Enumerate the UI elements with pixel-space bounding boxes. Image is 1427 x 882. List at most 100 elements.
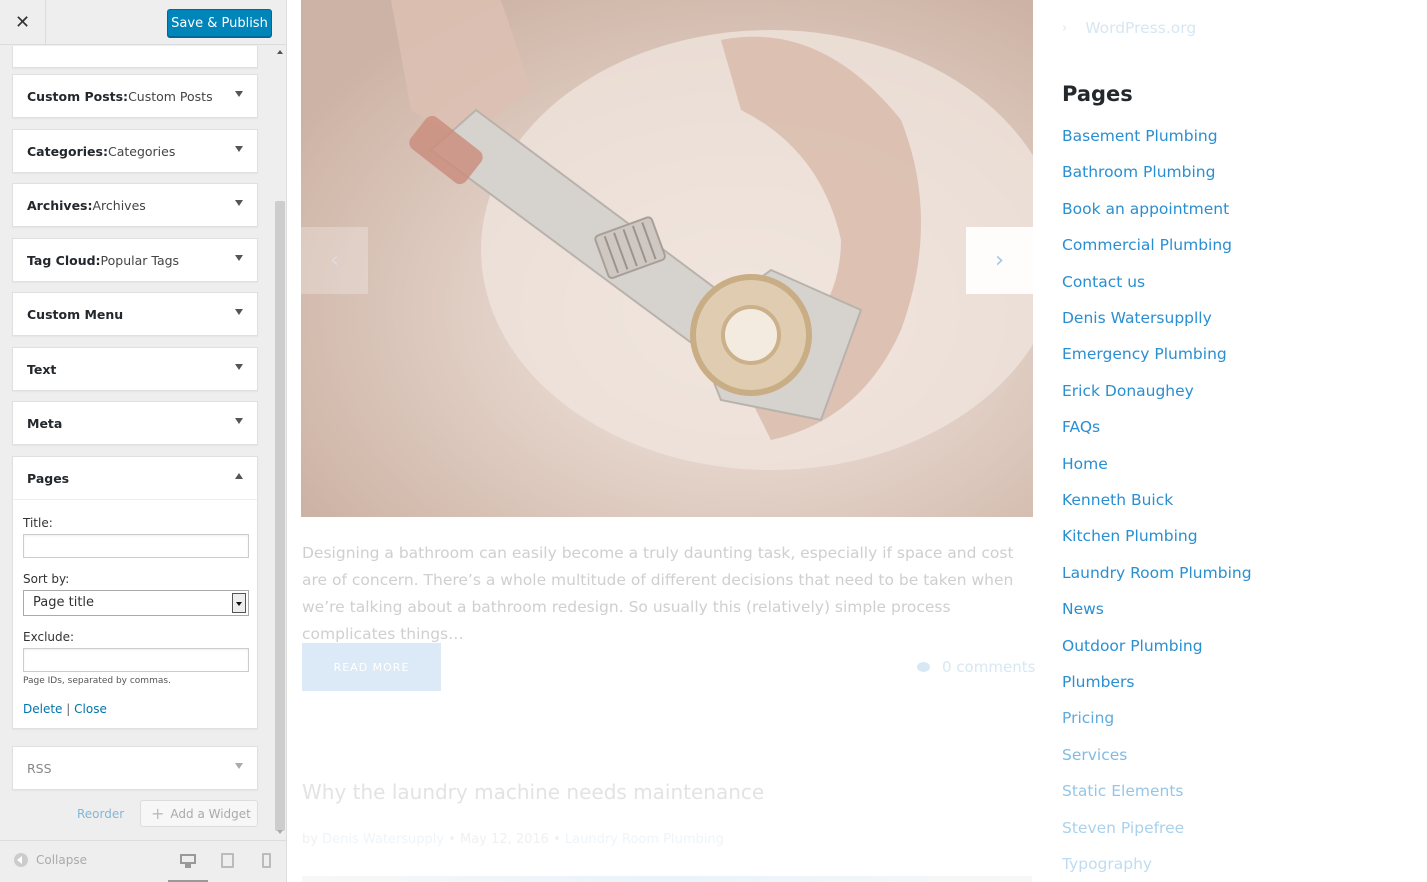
expand-arrow-icon[interactable] bbox=[235, 91, 243, 97]
page-link[interactable]: Bathroom Plumbing bbox=[1062, 163, 1215, 181]
dropdown-arrow-icon[interactable] bbox=[232, 593, 246, 613]
widget-item-custom-posts[interactable]: Custom Posts: Custom Posts bbox=[12, 74, 258, 118]
page-link[interactable]: Typography bbox=[1062, 855, 1152, 873]
widget-header[interactable]: Text bbox=[13, 348, 257, 390]
widget-item-archives[interactable]: Archives: Archives bbox=[12, 183, 258, 227]
wordpress-org-link[interactable]: › WordPress.org bbox=[1062, 19, 1196, 37]
comments-link[interactable]: 0 comments bbox=[917, 658, 1035, 676]
tablet-preview-icon[interactable] bbox=[221, 853, 237, 869]
title-input[interactable] bbox=[23, 534, 249, 558]
wrench-photo bbox=[301, 0, 1033, 517]
widget-header[interactable]: Custom Menu bbox=[13, 293, 257, 335]
widget-title: Tag Cloud: bbox=[27, 252, 101, 268]
action-separator: | bbox=[66, 702, 71, 716]
collapse-button[interactable]: Collapse bbox=[14, 853, 87, 867]
sort-by-value: Page title bbox=[33, 595, 95, 610]
widget-item-meta[interactable]: Meta bbox=[12, 401, 258, 445]
close-link[interactable]: Close bbox=[74, 702, 107, 716]
widget-item-rss[interactable]: RSS bbox=[12, 746, 258, 790]
desktop-preview-icon[interactable] bbox=[180, 853, 196, 869]
widget-title: RSS bbox=[27, 760, 52, 776]
add-widget-button[interactable]: + Add a Widget bbox=[140, 800, 258, 827]
page-link[interactable]: Laundry Room Plumbing bbox=[1062, 564, 1252, 582]
page-link[interactable]: Commercial Plumbing bbox=[1062, 236, 1232, 254]
page-link[interactable]: Steven Pipefree bbox=[1062, 819, 1184, 837]
page-link[interactable]: Outdoor Plumbing bbox=[1062, 637, 1203, 655]
widget-item-custom-menu[interactable]: Custom Menu bbox=[12, 292, 258, 336]
title-label: Title: bbox=[23, 516, 53, 530]
page-link[interactable]: Denis Watersupplly bbox=[1062, 309, 1212, 327]
post-category-link[interactable]: Laundry Room Plumbing bbox=[565, 832, 724, 847]
slider-next-button[interactable]: › bbox=[966, 227, 1033, 294]
scroll-down-icon[interactable] bbox=[277, 830, 283, 834]
widget-title: Archives: bbox=[27, 197, 93, 213]
exclude-label: Exclude: bbox=[23, 630, 75, 644]
widget-header[interactable]: Tag Cloud: Popular Tags bbox=[13, 239, 257, 281]
widget-item-text[interactable]: Text bbox=[12, 347, 258, 391]
page-link[interactable]: Home bbox=[1062, 455, 1108, 473]
customizer-screen: ✕ Save & Publish Custom Posts: Custom Po… bbox=[0, 0, 1427, 882]
widget-header[interactable]: Pages bbox=[13, 457, 257, 499]
widget-header[interactable]: Custom Posts: Custom Posts bbox=[13, 75, 257, 117]
save-publish-button[interactable]: Save & Publish bbox=[167, 9, 272, 37]
exclude-input[interactable] bbox=[23, 648, 249, 672]
expand-arrow-icon[interactable] bbox=[235, 418, 243, 424]
widget-subtitle: Popular Tags bbox=[100, 252, 180, 268]
delete-link[interactable]: Delete bbox=[23, 702, 62, 716]
comment-bubble-icon bbox=[917, 662, 930, 672]
page-link[interactable]: Emergency Plumbing bbox=[1062, 345, 1227, 363]
close-button[interactable]: ✕ bbox=[0, 0, 46, 45]
collapse-arrow-icon[interactable] bbox=[235, 473, 243, 479]
widget-title: Custom Menu bbox=[27, 306, 124, 322]
widget-header[interactable]: Categories: Categories bbox=[13, 130, 257, 172]
expand-arrow-icon[interactable] bbox=[235, 763, 243, 769]
page-link[interactable]: Kitchen Plumbing bbox=[1062, 527, 1198, 545]
widget-header[interactable]: RSS bbox=[13, 747, 257, 789]
page-link[interactable]: Book an appointment bbox=[1062, 200, 1229, 218]
expand-arrow-icon[interactable] bbox=[235, 146, 243, 152]
page-link[interactable]: Erick Donaughey bbox=[1062, 382, 1194, 400]
collapse-icon bbox=[14, 853, 28, 867]
post-author-link[interactable]: Denis Watersupply bbox=[322, 832, 444, 847]
collapse-label: Collapse bbox=[36, 853, 87, 867]
slider-prev-button[interactable]: ‹ bbox=[301, 227, 368, 294]
mobile-preview-icon[interactable] bbox=[262, 853, 278, 869]
widget-header[interactable]: Meta bbox=[13, 402, 257, 444]
exclude-hint: Page IDs, separated by commas. bbox=[23, 676, 171, 686]
sidebar-scrollbar[interactable] bbox=[274, 46, 286, 838]
page-link[interactable]: Plumbers bbox=[1062, 673, 1134, 691]
page-link[interactable]: Services bbox=[1062, 746, 1127, 764]
comments-count: 0 comments bbox=[942, 658, 1036, 676]
page-link[interactable]: News bbox=[1062, 600, 1104, 618]
post-title-link[interactable]: Why the laundry machine needs maintenanc… bbox=[302, 780, 764, 804]
page-link[interactable]: Basement Plumbing bbox=[1062, 127, 1218, 145]
sort-by-select[interactable]: Page title bbox=[23, 590, 249, 616]
page-link[interactable]: Static Elements bbox=[1062, 782, 1184, 800]
sort-by-label: Sort by: bbox=[23, 572, 70, 586]
scroll-up-icon[interactable] bbox=[277, 50, 283, 54]
chevron-left-icon: ‹ bbox=[330, 248, 339, 273]
page-link[interactable]: FAQs bbox=[1062, 418, 1100, 436]
widget-actions: Delete | Close bbox=[23, 702, 247, 716]
page-link[interactable]: Kenneth Buick bbox=[1062, 491, 1173, 509]
widget-item-tag-cloud[interactable]: Tag Cloud: Popular Tags bbox=[12, 238, 258, 282]
page-link[interactable]: Contact us bbox=[1062, 273, 1145, 291]
expand-arrow-icon[interactable] bbox=[235, 364, 243, 370]
widget-subtitle: Custom Posts bbox=[128, 88, 213, 104]
widget-item-partial[interactable] bbox=[12, 46, 258, 68]
close-icon: ✕ bbox=[14, 12, 31, 33]
hero-slider: ‹ › bbox=[301, 0, 1033, 517]
page-link[interactable]: Pricing bbox=[1062, 709, 1114, 727]
expand-arrow-icon[interactable] bbox=[235, 255, 243, 261]
site-preview: ‹ › Designing a bathroom can easily beco… bbox=[287, 0, 1427, 882]
widget-header[interactable]: Archives: Archives bbox=[13, 184, 257, 226]
expand-arrow-icon[interactable] bbox=[235, 200, 243, 206]
reorder-link[interactable]: Reorder bbox=[77, 807, 124, 821]
read-more-button[interactable]: READ MORE bbox=[302, 643, 441, 691]
widget-item-categories[interactable]: Categories: Categories bbox=[12, 129, 258, 173]
expand-arrow-icon[interactable] bbox=[235, 309, 243, 315]
scrollbar-thumb[interactable] bbox=[275, 201, 285, 831]
plus-icon: + bbox=[151, 804, 165, 823]
widget-item-pages[interactable]: Pages Title: Sort by: Page title Exclude… bbox=[12, 456, 258, 729]
add-widget-label: Add a Widget bbox=[170, 806, 251, 821]
